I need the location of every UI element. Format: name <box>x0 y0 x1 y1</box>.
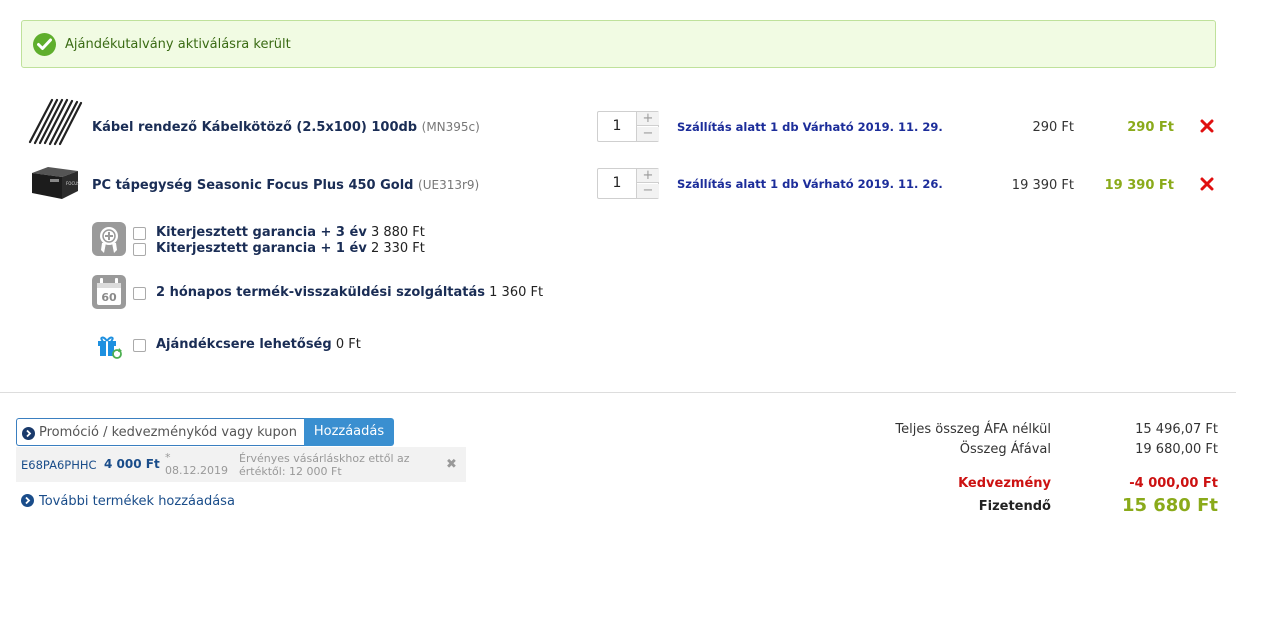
quantity-value[interactable]: 1 <box>598 169 636 198</box>
cart-item: Kábel rendező Kábelkötöző (2.5x100) 100d… <box>0 98 1279 152</box>
quantity-decrease-button[interactable]: − <box>637 127 659 141</box>
red-x-icon <box>1200 177 1214 191</box>
product-name[interactable]: Kábel rendező Kábelkötöző (2.5x100) 100d… <box>92 120 480 135</box>
unit-price: 19 390 Ft <box>1011 178 1074 193</box>
product-code: (MN395c) <box>421 120 480 134</box>
quantity-decrease-button[interactable]: − <box>637 184 659 198</box>
net-total-value: 15 496,07 Ft <box>1135 422 1218 437</box>
payable-value: 15 680 Ft <box>1121 495 1218 516</box>
shipping-status: Szállítás alatt 1 db Várható 2019. 11. 2… <box>677 177 943 191</box>
quantity-stepper[interactable]: 1 + − <box>597 111 659 142</box>
quantity-value[interactable]: 1 <box>598 112 636 141</box>
quantity-increase-button[interactable]: + <box>637 169 659 183</box>
gross-total-label: Összeg Áfával <box>959 442 1051 457</box>
cable-ties-thumbnail[interactable] <box>26 98 84 148</box>
add-promo-button[interactable]: Hozzáadás <box>304 418 394 446</box>
svg-text:60: 60 <box>101 291 117 304</box>
return-service-option[interactable]: 2 hónapos termék-visszaküldési szolgálta… <box>156 285 543 300</box>
section-divider <box>0 392 1236 393</box>
gift-exchange-checkbox[interactable] <box>133 339 146 352</box>
remove-item-button[interactable] <box>1200 119 1216 135</box>
warranty-3-year-checkbox[interactable] <box>133 227 146 240</box>
svg-text:FOCUS: FOCUS <box>66 181 80 186</box>
line-total: 19 390 Ft <box>1104 178 1174 193</box>
coupon-condition: Érvényes vásárláskhoz ettől az értéktől:… <box>239 452 410 478</box>
gift-exchange-icon <box>96 332 124 360</box>
warranty-1-year-option[interactable]: Kiterjesztett garancia + 1 év 2 330 Ft <box>156 241 425 256</box>
discount-value: -4 000,00 Ft <box>1129 476 1218 491</box>
coupon-code: E68PA6PHHC <box>21 458 97 472</box>
quantity-increase-button[interactable]: + <box>637 112 659 126</box>
shipping-status: Szállítás alatt 1 db Várható 2019. 11. 2… <box>677 120 943 134</box>
net-total-label: Teljes összeg ÁFA nélkül <box>895 422 1051 437</box>
calendar-60-icon: 60 <box>92 275 126 309</box>
check-circle-icon <box>33 33 56 56</box>
line-total: 290 Ft <box>1127 120 1174 135</box>
promo-code-input[interactable]: Promóció / kedvezménykód vagy kupon <box>16 418 304 446</box>
chevron-right-circle-icon <box>21 494 34 507</box>
success-alert: Ajándékutalvány aktiválásra került <box>21 20 1216 68</box>
coupon-amount: 4 000 Ft <box>104 457 160 471</box>
quantity-stepper[interactable]: 1 + − <box>597 168 659 199</box>
payable-label: Fizetendő <box>978 499 1051 514</box>
warranty-1-year-checkbox[interactable] <box>133 243 146 256</box>
product-code: (UE313r9) <box>418 178 480 192</box>
discount-label: Kedvezmény <box>958 476 1051 491</box>
chevron-right-circle-icon <box>22 427 35 440</box>
coupon-expiry: * 08.12.2019 <box>165 451 228 477</box>
gross-total-value: 19 680,00 Ft <box>1135 442 1218 457</box>
cart-item: FOCUS PC tápegység Seasonic Focus Plus 4… <box>0 159 1279 209</box>
warranty-3-year-option[interactable]: Kiterjesztett garancia + 3 év 3 880 Ft <box>156 225 425 240</box>
promo-form: Promóció / kedvezménykód vagy kupon Hozz… <box>16 418 394 446</box>
unit-price: 290 Ft <box>1032 120 1074 135</box>
applied-coupon: E68PA6PHHC 4 000 Ft * 08.12.2019 Érvényes… <box>16 447 466 482</box>
promo-placeholder: Promóció / kedvezménykód vagy kupon <box>39 425 297 440</box>
psu-thumbnail[interactable]: FOCUS <box>28 161 86 211</box>
alert-message: Ajándékutalvány aktiválásra került <box>65 37 291 52</box>
remove-coupon-button[interactable]: ✖ <box>446 457 457 472</box>
red-x-icon <box>1200 119 1214 133</box>
gift-exchange-option[interactable]: Ajándékcsere lehetőség 0 Ft <box>156 337 361 352</box>
product-name[interactable]: PC tápegység Seasonic Focus Plus 450 Gol… <box>92 178 479 193</box>
add-more-products-link[interactable]: További termékek hozzáadása <box>21 494 235 509</box>
warranty-badge-icon <box>92 222 126 256</box>
remove-item-button[interactable] <box>1200 177 1216 193</box>
return-service-checkbox[interactable] <box>133 287 146 300</box>
